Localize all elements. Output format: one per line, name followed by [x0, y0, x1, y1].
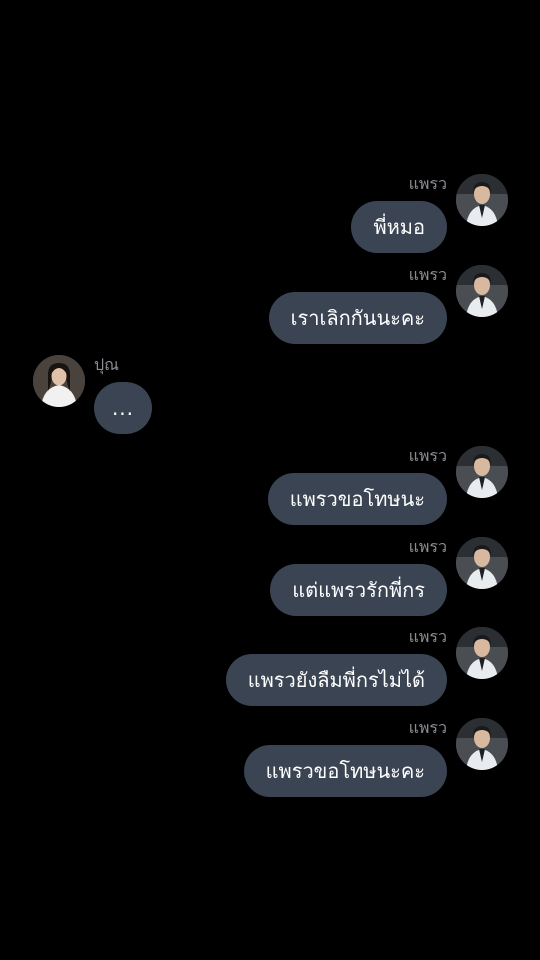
avatar-praew-icon[interactable]	[456, 174, 508, 226]
sender-name: แพรว	[408, 265, 447, 284]
message-bubble[interactable]: แพรวขอโทษนะ	[267, 473, 447, 525]
avatar-praew-icon[interactable]	[456, 627, 508, 679]
message-bubble[interactable]: แพรวขอโทษนะคะ	[243, 745, 447, 797]
message-bubble[interactable]: ...	[94, 382, 152, 434]
chat-thread: แพรว พี่หมอ แพรว เราเลิกกันนะคะ ปุณ ... …	[0, 0, 540, 960]
sender-name: แพรว	[408, 537, 447, 556]
avatar-praew-icon[interactable]	[456, 537, 508, 589]
sender-name: แพรว	[408, 627, 447, 646]
message-bubble[interactable]: แพรวยังลืมพี่กรไม่ได้	[225, 654, 447, 706]
avatar-praew-icon[interactable]	[456, 446, 508, 498]
sender-name: แพรว	[408, 446, 447, 465]
sender-name: แพรว	[408, 718, 447, 737]
sender-name: แพรว	[408, 174, 447, 193]
message-bubble[interactable]: แต่แพรวรักพี่กร	[270, 564, 447, 616]
avatar-pun-icon[interactable]	[33, 355, 85, 407]
message-bubble[interactable]: พี่หมอ	[351, 201, 447, 253]
sender-name: ปุณ	[94, 355, 119, 374]
message-bubble[interactable]: เราเลิกกันนะคะ	[268, 292, 447, 344]
avatar-praew-icon[interactable]	[456, 265, 508, 317]
avatar-praew-icon[interactable]	[456, 718, 508, 770]
